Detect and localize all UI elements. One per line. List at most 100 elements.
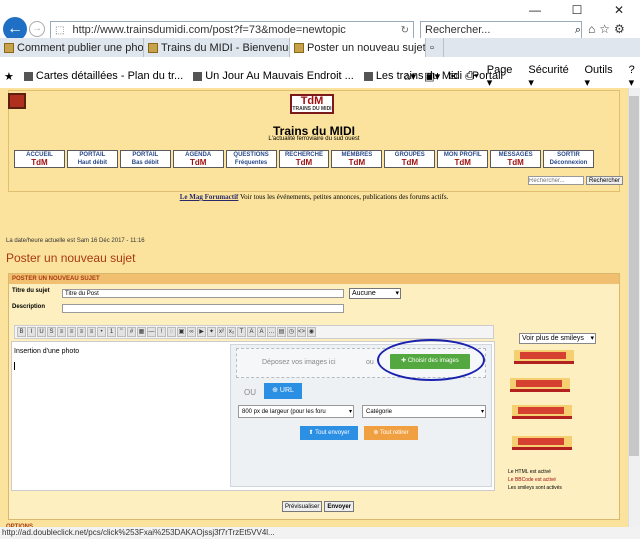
smiley-train-3[interactable] (512, 405, 572, 419)
chevron-down-icon: ▾ (348, 409, 352, 415)
align-left-icon[interactable]: ≡ (57, 327, 66, 337)
hr-icon[interactable]: — (147, 327, 156, 337)
strike-icon[interactable]: S (47, 327, 56, 337)
tab-2[interactable]: Trains du MIDI - Bienvenue sur v... (144, 38, 290, 57)
tab-1[interactable]: Comment publier une photo sur... (0, 38, 144, 57)
nav-agenda[interactable]: AGENDA TdM (172, 150, 224, 168)
star-icon[interactable]: ☆ (599, 22, 614, 36)
tools-menu[interactable]: Outils ▾ (585, 64, 621, 89)
nav-portail-bas[interactable]: PORTAIL Bas débit (119, 150, 171, 168)
mag-link[interactable]: Le Mag Forumactif (180, 193, 239, 201)
more-icon[interactable]: … (267, 327, 276, 337)
image-size-select[interactable]: 800 px de largeur (pour les foru ▾ (238, 405, 354, 418)
nav-sublabel: TdM (348, 158, 366, 167)
source-icon[interactable]: <> (297, 327, 306, 337)
scrollbar-thumb[interactable] (629, 96, 639, 456)
smileys-status: Les smileys sont activés (508, 485, 562, 491)
forum-nav: ACCUEIL TdM PORTAIL Haut débit PORTAIL Bas … (14, 150, 594, 168)
sup-icon[interactable]: x² (217, 327, 226, 337)
new-tab-button[interactable]: ▫ (426, 38, 444, 57)
feeds-icon[interactable]: ▣▾ (424, 70, 440, 83)
italic-icon[interactable]: I (27, 327, 36, 337)
security-menu[interactable]: Sécurité ▾ (528, 64, 576, 89)
print-icon[interactable]: ⎙▾ (465, 70, 478, 83)
nav-sortir[interactable]: SORTIR Déconnexion (543, 150, 594, 168)
forum-search-input[interactable] (528, 176, 584, 185)
smiley-train-1[interactable] (514, 350, 574, 364)
preview-button[interactable]: Prévisualiser (282, 501, 323, 512)
numbered-list-icon[interactable]: 1 (107, 327, 116, 337)
nav-messages[interactable]: MESSAGES TdM (490, 150, 542, 168)
prefix-select[interactable]: Aucune ▾ (349, 288, 401, 299)
refresh-icon[interactable]: ↻ (401, 25, 409, 36)
site-logo[interactable]: TdM TRAINS DU MIDI (290, 94, 334, 114)
mail-icon[interactable]: ✉ (448, 70, 457, 83)
page-menu[interactable]: Page ▾ (487, 64, 521, 89)
submit-button[interactable]: Envoyer (324, 501, 355, 512)
link-icon[interactable]: ∞ (187, 327, 196, 337)
hide-icon[interactable]: ◌ (167, 327, 176, 337)
maximize-button[interactable]: ☐ (556, 0, 598, 20)
preview-icon[interactable]: ◉ (307, 327, 316, 337)
calendar-icon[interactable]: ▤ (277, 327, 286, 337)
list-icon[interactable]: • (97, 327, 106, 337)
favorites-star-icon[interactable]: ★ (4, 70, 14, 83)
nav-sublabel: Haut débit (77, 160, 108, 166)
subject-input[interactable]: Titre du Post (62, 289, 344, 298)
favorite-label: Un Jour Au Mauvais Endroit ... (205, 70, 354, 82)
url-button[interactable]: ⊕ URL (264, 383, 302, 399)
nav-accueil[interactable]: ACCUEIL TdM (14, 150, 65, 168)
bold-icon[interactable]: B (17, 327, 26, 337)
send-all-button[interactable]: ⬆ Tout envoyer (300, 426, 358, 440)
spoiler-icon[interactable]: ! (157, 327, 166, 337)
help-icon[interactable]: ?▾ (629, 64, 640, 89)
remove-all-button[interactable]: ⊗ Tout retirer (364, 426, 418, 440)
tab-3-active[interactable]: Poster un nouveau sujet✕ (290, 38, 426, 57)
justify-icon[interactable]: ≡ (87, 327, 96, 337)
sub-icon[interactable]: x₂ (227, 327, 236, 337)
nav-mon-profil[interactable]: MON PROFIL TdM (437, 150, 489, 168)
gear-icon[interactable]: ⚙ (614, 22, 629, 36)
code-icon[interactable]: # (127, 327, 136, 337)
nav-sublabel: TdM (401, 158, 419, 167)
chevron-down-icon: ▾ (480, 409, 484, 415)
flash-icon[interactable]: ✦ (207, 327, 216, 337)
font-icon[interactable]: A (247, 327, 256, 337)
minimize-button[interactable]: — (514, 0, 556, 20)
align-right-icon[interactable]: ≡ (77, 327, 86, 337)
window-controls: — ☐ ✕ (514, 0, 640, 20)
underline-icon[interactable]: U (37, 327, 46, 337)
address-bar[interactable]: ⬚ http://www.trainsdumidi.com/post?f=73&… (50, 21, 414, 39)
size-icon[interactable]: T (237, 327, 246, 337)
nav-groupes[interactable]: GROUPES TdM (384, 150, 436, 168)
html-status: Le HTML est activé (508, 469, 551, 475)
quote-icon[interactable]: " (117, 327, 126, 337)
date-icon[interactable]: ◷ (287, 327, 296, 337)
favorite-item[interactable]: Cartes détaillées - Plan du tr... (23, 70, 183, 82)
nav-recherche[interactable]: RECHERCHE TdM (278, 150, 330, 168)
favorite-item[interactable]: Un Jour Au Mauvais Endroit ... (193, 70, 354, 82)
forward-button[interactable]: → (29, 21, 45, 37)
smiley-train-4[interactable] (512, 436, 572, 450)
forum-search-button[interactable]: Rechercher (586, 176, 624, 185)
search-icon[interactable]: ⌕ (575, 24, 581, 37)
home-icon[interactable]: ⌂ (588, 22, 599, 36)
close-window-button[interactable]: ✕ (598, 0, 640, 20)
browser-search-box[interactable]: Rechercher... ⌕ (420, 21, 582, 39)
url-text: http://www.trainsdumidi.com/post?f=73&mo… (72, 24, 346, 36)
color-icon[interactable]: A (257, 327, 266, 337)
image-icon[interactable]: ▣ (177, 327, 186, 337)
smiley-train-2[interactable] (510, 378, 570, 392)
description-input[interactable] (62, 304, 344, 313)
nav-questions[interactable]: QUESTIONS Fréquentes (225, 150, 277, 168)
or-text-2: ou (244, 388, 256, 397)
smileys-select[interactable]: Voir plus de smileys ▾ (519, 333, 596, 344)
table-icon[interactable]: ▦ (137, 327, 146, 337)
nav-membres[interactable]: MEMBRES TdM (331, 150, 383, 168)
align-center-icon[interactable]: ≡ (67, 327, 76, 337)
video-icon[interactable]: ▶ (197, 327, 206, 337)
nav-portail-haut[interactable]: PORTAIL Haut débit (66, 150, 118, 168)
status-bar-url: http://ad.doubleclick.net/pcs/click%253F… (0, 527, 640, 539)
home-menu-icon[interactable]: ⌂▾ (404, 70, 416, 83)
category-select[interactable]: Catégorie ▾ (362, 405, 486, 418)
